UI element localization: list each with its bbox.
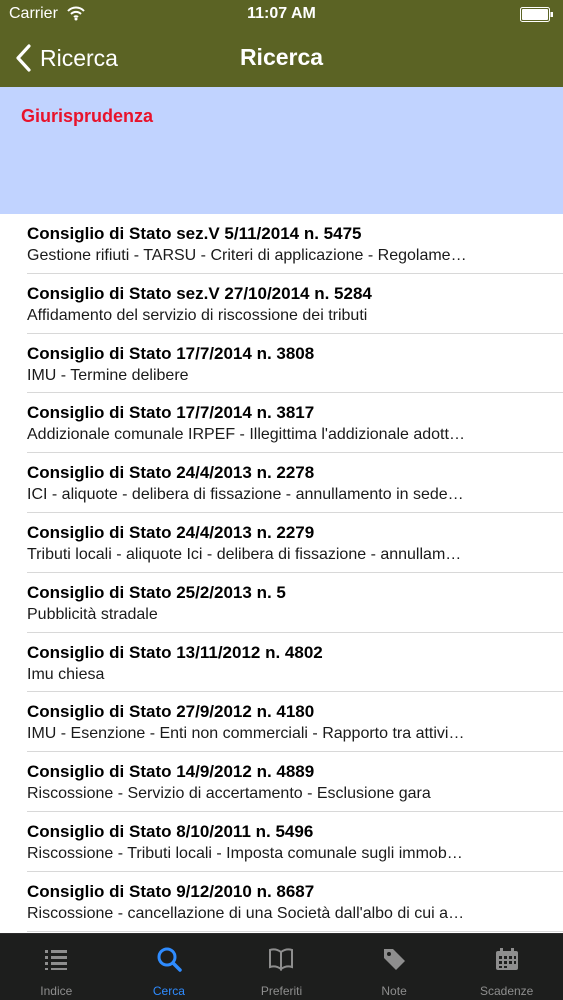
list-item-title: Consiglio di Stato 17/7/2014 n. 3817 bbox=[27, 403, 315, 423]
list-item[interactable]: Consiglio di Stato 14/9/2012 n. 4889 Ris… bbox=[0, 752, 563, 812]
list-item-title: Consiglio di Stato 13/11/2012 n. 4802 bbox=[27, 642, 323, 662]
list-item[interactable]: Consiglio di Stato 27/9/2012 n. 4180 IMU… bbox=[0, 692, 563, 752]
list-item-subtitle: Pubblicità stradale bbox=[27, 605, 158, 623]
list-item[interactable]: Consiglio di Stato 9/12/2010 n. 8687 Ris… bbox=[0, 872, 563, 932]
list-item-subtitle: ICI - aliquote - delibera di fissazione … bbox=[27, 486, 464, 504]
list-item-subtitle: Riscossione - Servizio di accertamento -… bbox=[27, 785, 431, 803]
list-item-title: Consiglio di Stato 25/2/2013 n. 5 bbox=[27, 582, 286, 602]
list-item[interactable]: Consiglio di Stato 17/7/2014 n. 3817 Add… bbox=[0, 393, 563, 453]
tag-icon bbox=[384, 949, 406, 970]
list-item-subtitle: Imu chiesa bbox=[27, 665, 105, 683]
list-item-subtitle: Affidamento del servizio di riscossione … bbox=[27, 306, 368, 324]
list-item-title: Consiglio di Stato 27/9/2012 n. 4180 bbox=[27, 702, 315, 722]
list-item-title: Consiglio di Stato sez.V 27/10/2014 n. 5… bbox=[27, 283, 372, 303]
search-icon bbox=[157, 947, 182, 972]
list-item[interactable]: Consiglio di Stato sez.V 5/11/2014 n. 54… bbox=[0, 214, 563, 274]
list-item-subtitle: Riscossione - Tributi locali - Imposta c… bbox=[27, 844, 463, 862]
list-item-subtitle: Gestione rifiuti - TARSU - Criteri di ap… bbox=[27, 247, 467, 264]
book-icon bbox=[269, 948, 294, 971]
tab-indice[interactable]: Indice bbox=[0, 934, 113, 1000]
list-item[interactable]: Consiglio di Stato 17/7/2014 n. 3808 IMU… bbox=[0, 334, 563, 394]
section-title: Giurisprudenza bbox=[21, 106, 154, 126]
list-item[interactable]: Consiglio di Stato 24/4/2013 n. 2278 ICI… bbox=[0, 453, 563, 513]
list-item-title: Consiglio di Stato 24/4/2013 n. 2278 bbox=[27, 463, 315, 483]
status-bar: Carrier 11:07 AM bbox=[0, 0, 563, 30]
results-list: Consiglio di Stato sez.V 5/11/2014 n. 54… bbox=[0, 214, 563, 933]
tab-label: Cerca bbox=[152, 984, 185, 998]
list-item-title: Consiglio di Stato 9/12/2010 n. 8687 bbox=[27, 881, 315, 901]
tab-scadenze[interactable]: Scadenze bbox=[450, 934, 563, 1000]
list-item[interactable]: Consiglio di Stato 24/4/2013 n. 2279 Tri… bbox=[0, 513, 563, 573]
list-item-title: Consiglio di Stato 14/9/2012 n. 4889 bbox=[27, 762, 315, 782]
list-item-title: Consiglio di Stato 17/7/2014 n. 3808 bbox=[27, 343, 315, 363]
tab-bar: Indice Cerca Preferiti Note Scadenze bbox=[0, 933, 563, 1000]
calendar-icon bbox=[495, 948, 518, 970]
tab-label: Indice bbox=[40, 984, 73, 998]
list-item-subtitle: Tributi locali - aliquote Ici - delibera… bbox=[27, 545, 462, 563]
list-item[interactable]: Consiglio di Stato 8/10/2011 n. 5496 Ris… bbox=[0, 812, 563, 872]
tab-label: Scadenze bbox=[479, 984, 534, 998]
app-screen: Carrier 11:07 AM Ricerca Ricerca Giurisp… bbox=[0, 0, 563, 1000]
tab-label: Preferiti bbox=[260, 984, 303, 998]
section-header: Giurisprudenza bbox=[0, 87, 563, 214]
list-item[interactable]: Consiglio di Stato sez.V 27/10/2014 n. 5… bbox=[0, 274, 563, 334]
battery-icon bbox=[520, 7, 553, 22]
tab-note[interactable]: Note bbox=[338, 934, 451, 1000]
list-item-subtitle: Addizionale comunale IRPEF - Illegittima… bbox=[27, 426, 465, 444]
list-item-subtitle: Riscossione - cancellazione di una Socie… bbox=[27, 904, 465, 922]
list-item-subtitle: IMU - Esenzione - Enti non commerciali -… bbox=[27, 725, 465, 743]
clock: 11:07 AM bbox=[247, 5, 316, 22]
tab-label: Note bbox=[381, 984, 407, 998]
list-item[interactable]: Consiglio di Stato 25/2/2013 n. 5 Pubbli… bbox=[0, 573, 563, 633]
list-item-subtitle: IMU - Termine delibere bbox=[27, 366, 189, 384]
list-icon bbox=[45, 950, 68, 970]
tab-preferiti[interactable]: Preferiti bbox=[225, 934, 338, 1000]
tab-cerca[interactable]: Cerca bbox=[113, 934, 226, 1000]
list-item-title: Consiglio di Stato 24/4/2013 n. 2279 bbox=[27, 522, 315, 542]
top-bar: Carrier 11:07 AM Ricerca Ricerca bbox=[0, 0, 563, 87]
page-title: Ricerca bbox=[239, 44, 324, 70]
list-item-title: Consiglio di Stato sez.V 5/11/2014 n. 54… bbox=[27, 224, 362, 243]
navigation-bar: Ricerca Ricerca bbox=[0, 30, 563, 87]
list-item[interactable]: Consiglio di Stato 13/11/2012 n. 4802 Im… bbox=[0, 633, 563, 693]
list-item-title: Consiglio di Stato 8/10/2011 n. 5496 bbox=[27, 821, 314, 841]
